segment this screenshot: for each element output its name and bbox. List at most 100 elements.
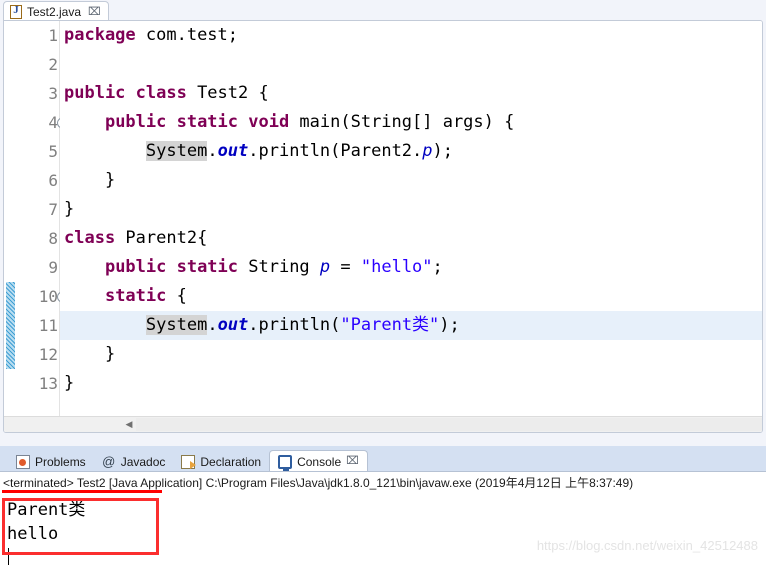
code-line[interactable]: System.out.println("Parent类"); <box>60 311 762 340</box>
line-number: 4 <box>17 108 68 137</box>
editor-tab-label: Test2.java <box>27 5 82 19</box>
close-icon[interactable]: ⌧ <box>346 456 359 467</box>
editor-tab-bar: Test2.java ⌧ <box>0 0 766 22</box>
code-line[interactable]: public static void main(String[] args) { <box>60 108 762 137</box>
tab-console[interactable]: Console ⌧ <box>269 450 368 472</box>
code-line[interactable]: System.out.println(Parent2.p); <box>60 137 762 166</box>
code-editor[interactable]: 1 2 3 4 5 6 7 8 9 10 11 12 13 package com.test; publi… <box>3 20 763 433</box>
tab-label: Console <box>297 454 342 469</box>
code-token: "hello" <box>360 257 433 277</box>
code-token: Test2 { <box>186 83 269 103</box>
line-number: 5 <box>17 137 59 166</box>
line-number-label: 3 <box>48 84 58 103</box>
line-number-label: 12 <box>38 345 58 364</box>
code-token: class <box>64 228 116 248</box>
code-token: package <box>64 25 136 45</box>
line-number-label: 10 <box>38 287 58 306</box>
code-token: } <box>64 373 75 393</box>
tab-javadoc[interactable]: @ Javadoc <box>94 452 174 472</box>
code-line[interactable]: } <box>60 369 762 398</box>
code-token: Parent2{ <box>115 228 208 248</box>
code-line[interactable]: } <box>60 166 762 195</box>
code-token: } <box>64 170 116 190</box>
code-token: public static <box>104 257 239 277</box>
line-number: 10 <box>17 282 68 311</box>
code-token: main(String[] args) { <box>289 112 515 132</box>
code-token: .println(Parent2. <box>248 141 423 161</box>
line-number-label: 13 <box>38 374 58 393</box>
code-token: p <box>319 257 331 277</box>
code-token: ); <box>432 141 454 161</box>
code-token: p <box>422 141 433 161</box>
code-token: = <box>330 257 361 277</box>
code-token: ; <box>432 257 443 277</box>
tab-label: Declaration <box>200 455 262 469</box>
code-line[interactable] <box>60 50 762 79</box>
code-token: out <box>217 141 249 161</box>
tab-declaration[interactable]: Declaration <box>173 452 269 472</box>
scrollbar-track[interactable] <box>136 418 762 431</box>
console-status-line: <terminated> Test2 [Java Application] C:… <box>0 472 766 493</box>
code-token: public class <box>64 83 187 103</box>
line-number-ruler[interactable]: 1 2 3 4 5 6 7 8 9 10 11 12 13 <box>17 21 68 432</box>
declaration-icon <box>181 455 197 469</box>
editor-horizontal-scrollbar[interactable]: ◀ <box>4 416 762 432</box>
line-number-label: 8 <box>48 229 58 248</box>
scroll-left-arrow-icon[interactable]: ◀ <box>122 417 136 432</box>
red-underline-annotation <box>2 490 162 493</box>
code-token: .println( <box>248 315 341 335</box>
close-icon[interactable]: ⌧ <box>88 6 101 18</box>
line-number-label: 2 <box>48 55 58 74</box>
line-number: 1 <box>17 21 59 50</box>
line-number-label: 5 <box>48 142 58 161</box>
code-token: "Parent类" <box>340 315 440 335</box>
editor-tab-test2-java[interactable]: Test2.java ⌧ <box>3 1 109 22</box>
console-caret <box>8 548 9 565</box>
code-line[interactable]: public class Test2 { <box>60 79 762 108</box>
code-token: } <box>64 199 75 219</box>
code-line[interactable]: } <box>60 195 762 224</box>
tab-label: Javadoc <box>120 455 166 469</box>
view-tab-bar: Problems @ Javadoc Declaration Console ⌧ <box>0 449 766 472</box>
tab-problems[interactable]: Problems <box>8 452 94 472</box>
javadoc-icon: @ <box>102 454 116 469</box>
line-number-label: 9 <box>48 258 58 277</box>
line-number: 8 <box>17 224 59 253</box>
problems-icon <box>16 455 30 469</box>
line-number: 12 <box>17 340 59 369</box>
line-number-label: 6 <box>48 171 58 190</box>
code-token: out <box>217 315 249 335</box>
code-token: public static void <box>104 112 290 132</box>
code-token: static <box>104 286 167 306</box>
console-status-text: <terminated> Test2 [Java Application] C:… <box>3 476 634 490</box>
code-text-area[interactable]: package com.test; public class Test2 { pu… <box>60 21 762 432</box>
line-number: 3 <box>17 79 59 108</box>
code-token: System <box>145 315 208 335</box>
code-line[interactable]: public static String p = "hello"; <box>60 253 762 282</box>
line-number-label: 7 <box>48 200 58 219</box>
code-token: System <box>145 141 208 161</box>
code-line[interactable]: } <box>60 340 762 369</box>
tab-label: Problems <box>35 455 86 469</box>
code-token: ); <box>439 315 460 335</box>
line-number: 13 <box>17 369 59 398</box>
line-number-label: 1 <box>48 26 58 45</box>
code-line[interactable]: class Parent2{ <box>60 224 762 253</box>
watermark-text: https://blog.csdn.net/weixin_42512488 <box>536 538 758 553</box>
code-token: { <box>166 286 187 306</box>
line-number: 7 <box>17 195 59 224</box>
code-line[interactable]: package com.test; <box>60 21 762 50</box>
code-token: } <box>64 344 116 364</box>
code-token: String <box>238 257 320 277</box>
console-icon <box>278 454 293 471</box>
line-number: 6 <box>17 166 59 195</box>
java-file-icon <box>10 4 22 19</box>
change-bar <box>6 282 15 369</box>
annotation-ruler[interactable] <box>4 21 18 432</box>
code-line[interactable]: static { <box>60 282 762 311</box>
